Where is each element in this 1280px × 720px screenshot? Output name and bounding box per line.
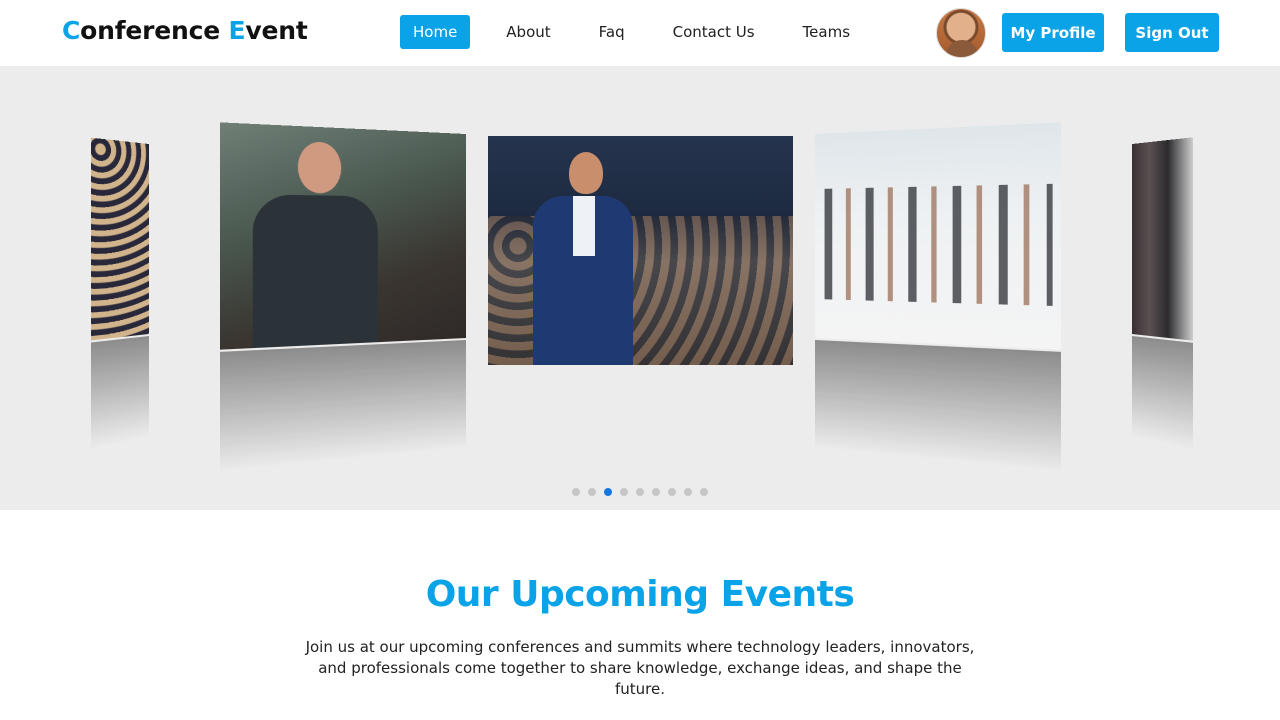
hero-carousel <box>0 66 1280 510</box>
logo-letter-e: E <box>228 16 246 45</box>
my-profile-button[interactable]: My Profile <box>1002 13 1104 52</box>
main-nav: Home About Faq Contact Us Teams <box>400 15 875 49</box>
carousel-slide-right[interactable] <box>815 122 1061 473</box>
audience-photo <box>90 137 149 341</box>
speaker-with-microphone-photo <box>488 136 793 365</box>
avatar-body <box>946 40 978 57</box>
nav-home[interactable]: Home <box>400 15 471 49</box>
nav-teams[interactable]: Teams <box>791 15 862 49</box>
carousel-dot[interactable] <box>620 488 628 496</box>
speaker-photo <box>220 122 466 350</box>
logo-text-onference: onference <box>80 16 229 45</box>
carousel-dot[interactable] <box>636 488 644 496</box>
carousel-dot-active[interactable] <box>604 488 612 496</box>
nav-about[interactable]: About <box>494 15 562 49</box>
slide-reflection <box>815 340 1061 473</box>
carousel-dot[interactable] <box>684 488 692 496</box>
carousel-slide-far-right[interactable] <box>1132 137 1194 450</box>
carousel-slide-active[interactable] <box>488 136 793 365</box>
people-group <box>824 183 1053 306</box>
carousel-dot[interactable] <box>668 488 676 496</box>
networking-event-photo <box>815 122 1061 350</box>
sign-out-button[interactable]: Sign Out <box>1125 13 1219 52</box>
user-avatar[interactable] <box>936 8 986 58</box>
people-standing-photo <box>1132 137 1194 341</box>
slide-reflection <box>220 340 466 473</box>
carousel-slide-far-left[interactable] <box>90 137 149 450</box>
slide-reflection <box>90 336 149 450</box>
carousel-dot[interactable] <box>572 488 580 496</box>
nav-contact-us[interactable]: Contact Us <box>661 15 767 49</box>
logo-text-vent: vent <box>245 16 308 45</box>
carousel-dot[interactable] <box>588 488 596 496</box>
carousel-dot[interactable] <box>700 488 708 496</box>
site-logo[interactable]: Conference Event <box>62 16 308 45</box>
nav-faq[interactable]: Faq <box>587 15 637 49</box>
speaker-figure <box>252 139 378 349</box>
upcoming-events-description: Join us at our upcoming conferences and … <box>305 638 975 698</box>
upcoming-events-heading: Our Upcoming Events <box>425 574 855 615</box>
carousel-pagination <box>572 488 716 496</box>
carousel-slide-left[interactable] <box>220 122 466 473</box>
slide-reflection <box>1132 336 1194 450</box>
logo-letter-c: C <box>62 16 81 45</box>
carousel-dot[interactable] <box>652 488 660 496</box>
speaker-figure <box>533 152 633 365</box>
site-header: Conference Event Home About Faq Contact … <box>0 0 1280 66</box>
